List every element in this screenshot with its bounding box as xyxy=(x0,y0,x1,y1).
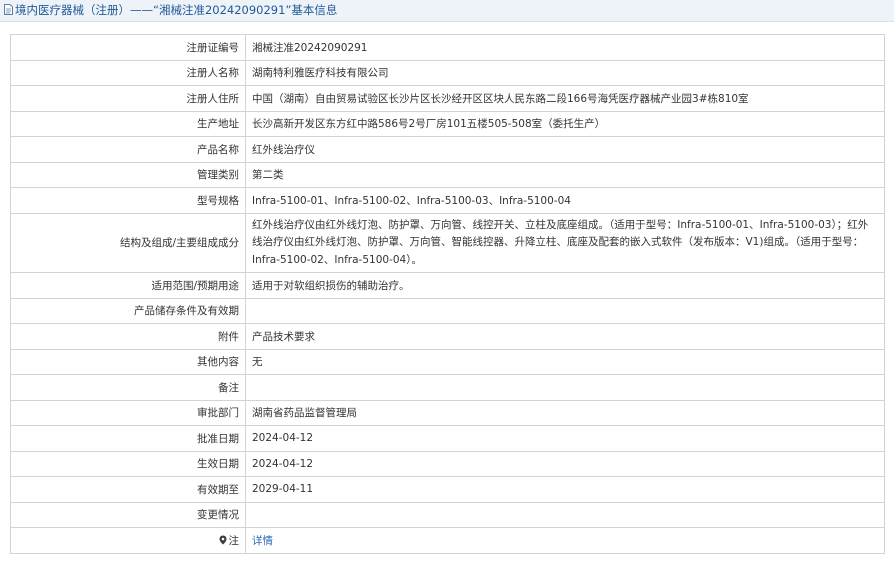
row-value: 湖南省药品监督管理局 xyxy=(245,399,885,426)
row-value: 2024-04-12 xyxy=(245,425,885,452)
row-label: 变更情况 xyxy=(10,501,246,528)
table-row: 生效日期 2024-04-12 xyxy=(10,450,885,477)
table-row: 其他内容 无 xyxy=(10,348,885,375)
details-link[interactable]: 详情 xyxy=(252,535,273,547)
row-label: 备注 xyxy=(10,374,246,401)
row-value: 长沙高新开发区东方红中路586号2号厂房101五楼505-508室（委托生产） xyxy=(245,110,885,137)
page-title: 境内医疗器械（注册）——“湘械注准20242090291”基本信息 xyxy=(15,3,338,17)
row-value: 2024-04-12 xyxy=(245,450,885,477)
note-value-cell: 详情 xyxy=(245,527,885,554)
row-value xyxy=(245,501,885,528)
row-value xyxy=(245,374,885,401)
row-value xyxy=(245,297,885,324)
row-label: 结构及组成/主要组成成分 xyxy=(10,212,246,273)
row-value: 湘械注准20242090291 xyxy=(245,34,885,61)
table-row: 产品储存条件及有效期 xyxy=(10,297,885,324)
row-label: 型号规格 xyxy=(10,187,246,214)
title-bar: 境内医疗器械（注册）——“湘械注准20242090291”基本信息 xyxy=(0,0,894,22)
note-label: 注 xyxy=(228,534,240,547)
row-label: 注册人名称 xyxy=(10,59,246,86)
row-value: 湖南特利雅医疗科技有限公司 xyxy=(245,59,885,86)
row-label: 批准日期 xyxy=(10,425,246,452)
row-label: 有效期至 xyxy=(10,476,246,503)
row-label: 适用范围/预期用途 xyxy=(10,272,246,299)
table-row: 结构及组成/主要组成成分 红外线治疗仪由红外线灯泡、防护罩、万向管、线控开关、立… xyxy=(10,212,885,273)
row-value: Infra-5100-01、Infra-5100-02、Infra-5100-0… xyxy=(245,187,885,214)
table-row: 注册人住所 中国（湖南）自由贸易试验区长沙片区长沙经开区区块人民东路二段166号… xyxy=(10,85,885,112)
row-value: 红外线治疗仪由红外线灯泡、防护罩、万向管、线控开关、立柱及底座组成。（适用于型号… xyxy=(245,212,885,273)
row-value: 2029-04-11 xyxy=(245,476,885,503)
row-value: 第二类 xyxy=(245,161,885,188)
row-value: 中国（湖南）自由贸易试验区长沙片区长沙经开区区块人民东路二段166号海凭医疗器械… xyxy=(245,85,885,112)
row-label: 管理类别 xyxy=(10,161,246,188)
table-row: 适用范围/预期用途 适用于对软组织损伤的辅助治疗。 xyxy=(10,272,885,299)
table-row: 产品名称 红外线治疗仪 xyxy=(10,136,885,163)
row-value: 适用于对软组织损伤的辅助治疗。 xyxy=(245,272,885,299)
row-label: 注册人住所 xyxy=(10,85,246,112)
row-label: 生产地址 xyxy=(10,110,246,137)
table-row: 注册证编号 湘械注准20242090291 xyxy=(10,34,885,61)
table-row: 变更情况 xyxy=(10,501,885,528)
table-row: 批准日期 2024-04-12 xyxy=(10,425,885,452)
table-row: 管理类别 第二类 xyxy=(10,161,885,188)
row-label: 附件 xyxy=(10,323,246,350)
table-row: 备注 xyxy=(10,374,885,401)
row-value: 产品技术要求 xyxy=(245,323,885,350)
row-value: 红外线治疗仪 xyxy=(245,136,885,163)
row-value: 无 xyxy=(245,348,885,375)
row-label: 产品名称 xyxy=(10,136,246,163)
row-label: 生效日期 xyxy=(10,450,246,477)
table-row: 审批部门 湖南省药品监督管理局 xyxy=(10,399,885,426)
table-row: 附件 产品技术要求 xyxy=(10,323,885,350)
note-row: 注 详情 xyxy=(10,527,885,554)
table-row: 有效期至 2029-04-11 xyxy=(10,476,885,503)
note-label-cell: 注 xyxy=(10,527,246,554)
row-label: 产品储存条件及有效期 xyxy=(10,297,246,324)
table-row: 生产地址 长沙高新开发区东方红中路586号2号厂房101五楼505-508室（委… xyxy=(10,110,885,137)
document-icon xyxy=(4,4,13,15)
info-table: 注册证编号 湘械注准20242090291 注册人名称 湖南特利雅医疗科技有限公… xyxy=(10,34,885,554)
table-row: 注册人名称 湖南特利雅医疗科技有限公司 xyxy=(10,59,885,86)
row-label: 其他内容 xyxy=(10,348,246,375)
table-row: 型号规格 Infra-5100-01、Infra-5100-02、Infra-5… xyxy=(10,187,885,214)
row-label: 注册证编号 xyxy=(10,34,246,61)
row-label: 审批部门 xyxy=(10,399,246,426)
info-bullet-icon xyxy=(219,535,226,545)
